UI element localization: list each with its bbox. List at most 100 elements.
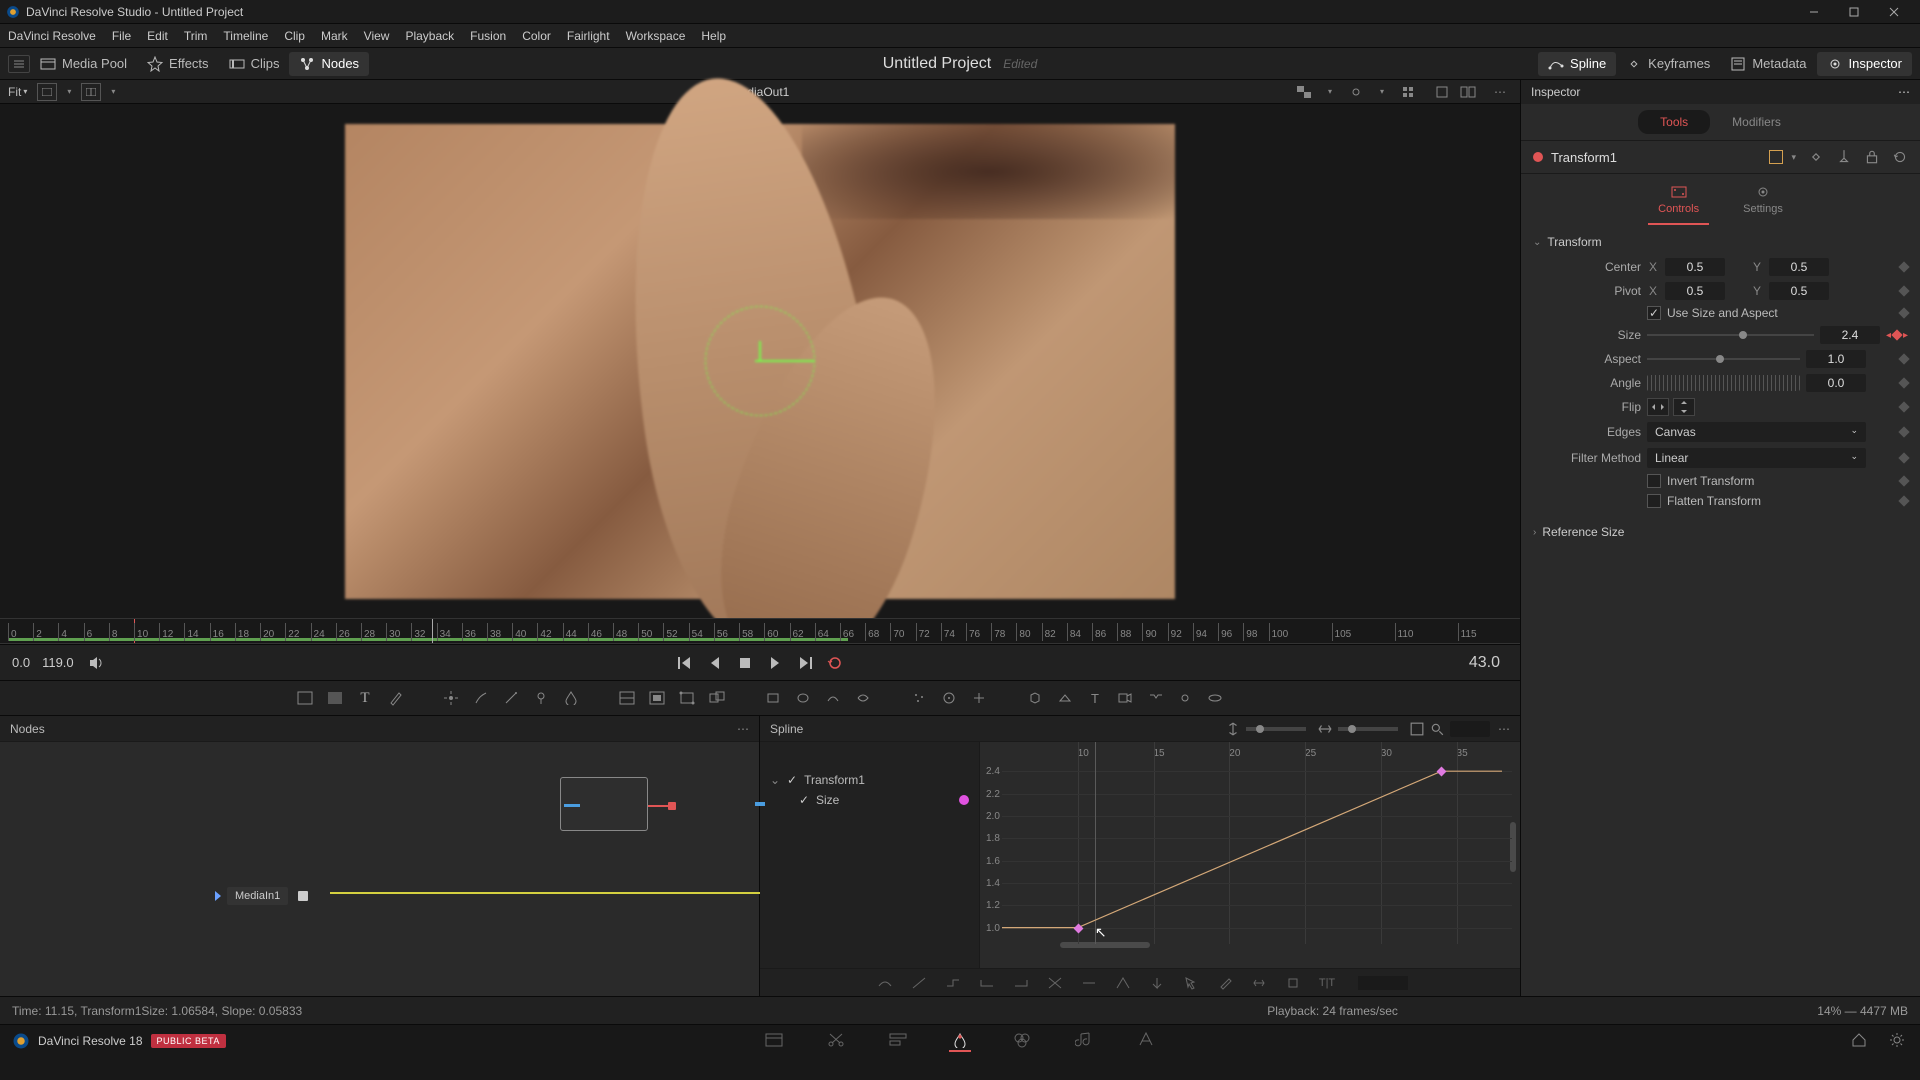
- pin-icon[interactable]: [1836, 149, 1852, 165]
- viewer-layout2-dropdown-icon[interactable]: ▾: [101, 83, 125, 101]
- viewer-option-dropdown[interactable]: ▾: [1318, 83, 1342, 101]
- spline-stepout-icon[interactable]: [1008, 970, 1034, 996]
- inspector-button[interactable]: Inspector: [1817, 52, 1912, 76]
- in-timecode[interactable]: 0.0: [12, 655, 30, 670]
- center-x-field[interactable]: 0.5: [1665, 258, 1725, 276]
- prender-tool-icon[interactable]: [936, 685, 962, 711]
- tab-tools[interactable]: Tools: [1638, 110, 1710, 134]
- colorcorrector-tool-icon[interactable]: [614, 685, 640, 711]
- menu-item[interactable]: Fusion: [470, 29, 506, 43]
- center-y-field[interactable]: 0.5: [1769, 258, 1829, 276]
- fusion-page-icon[interactable]: [949, 1030, 971, 1052]
- blur-tool-icon[interactable]: [558, 685, 584, 711]
- viewer-area[interactable]: [0, 104, 1520, 618]
- size-field[interactable]: 2.4: [1820, 326, 1880, 344]
- spline-fit-icon[interactable]: [1410, 722, 1424, 736]
- section-refsize-header[interactable]: ›Reference Size: [1533, 519, 1908, 545]
- node-output-port[interactable]: [298, 891, 308, 901]
- keyframe-toggle[interactable]: [1898, 307, 1909, 318]
- reset-icon[interactable]: [1892, 149, 1908, 165]
- spline-more-icon[interactable]: ⋯: [1498, 722, 1510, 736]
- spline-button[interactable]: Spline: [1538, 52, 1616, 76]
- flip-v-button[interactable]: [1673, 398, 1695, 416]
- last-frame-button[interactable]: [794, 652, 816, 674]
- renderer3d-tool-icon[interactable]: [1202, 685, 1228, 711]
- keyframe-toggle[interactable]: [1898, 475, 1909, 486]
- tree-node-transform[interactable]: ⌄ ✓ Transform1: [770, 770, 969, 790]
- keyframe-toggle[interactable]: [1898, 285, 1909, 296]
- ellipse-mask-icon[interactable]: [790, 685, 816, 711]
- bspline-mask-icon[interactable]: [850, 685, 876, 711]
- color-page-icon[interactable]: [1011, 1030, 1033, 1052]
- spline-time-icon[interactable]: T|T: [1314, 970, 1340, 996]
- menu-item[interactable]: File: [112, 29, 131, 43]
- inspector-more-icon[interactable]: ⋯: [1898, 85, 1910, 99]
- keyframe-toggle[interactable]: [1898, 401, 1909, 412]
- spline-value-field[interactable]: [1358, 976, 1408, 990]
- viewer-layout2-icon[interactable]: [81, 83, 101, 101]
- camera3d-tool-icon[interactable]: [1112, 685, 1138, 711]
- viewer-grid-icon[interactable]: [1396, 83, 1420, 101]
- minimize-button[interactable]: [1794, 1, 1834, 23]
- pivot-x-field[interactable]: 0.5: [1665, 282, 1725, 300]
- filter-dropdown[interactable]: Linear⌄: [1647, 448, 1866, 468]
- usesize-checkbox[interactable]: ✓: [1647, 306, 1661, 320]
- toolbar-menu-icon[interactable]: [8, 55, 30, 73]
- menu-item[interactable]: DaVinci Resolve: [8, 29, 96, 43]
- merge3d-tool-icon[interactable]: [1142, 685, 1168, 711]
- spline-vzoom-icon[interactable]: [1226, 722, 1240, 736]
- keyframe-nav-icon[interactable]: [1808, 149, 1824, 165]
- current-timecode[interactable]: 43.0: [1469, 654, 1500, 672]
- tab-modifiers[interactable]: Modifiers: [1710, 110, 1803, 134]
- spline-flatten-icon[interactable]: [1076, 970, 1102, 996]
- viewer-option2-dropdown[interactable]: ▾: [1370, 83, 1394, 101]
- tracker-tool-icon[interactable]: [438, 685, 464, 711]
- flatten-checkbox[interactable]: [1647, 494, 1661, 508]
- spline-invert-icon[interactable]: [1144, 970, 1170, 996]
- effects-button[interactable]: Effects: [137, 52, 219, 76]
- home-icon[interactable]: [1848, 1030, 1870, 1052]
- checkbox-icon[interactable]: ✓: [798, 794, 810, 806]
- menu-item[interactable]: Clip: [284, 29, 305, 43]
- brush-tool-icon[interactable]: [468, 685, 494, 711]
- nodes-canvas[interactable]: MediaIn1: [0, 742, 759, 996]
- menu-item[interactable]: Fairlight: [567, 29, 610, 43]
- spline-linear-icon[interactable]: [906, 970, 932, 996]
- flip-h-button[interactable]: [1647, 398, 1669, 416]
- invert-checkbox[interactable]: [1647, 474, 1661, 488]
- size-slider[interactable]: [1647, 328, 1814, 342]
- spline-hflip-icon[interactable]: [1246, 970, 1272, 996]
- fairlight-page-icon[interactable]: [1073, 1030, 1095, 1052]
- polygon-mask-icon[interactable]: [820, 685, 846, 711]
- light3d-tool-icon[interactable]: [1172, 685, 1198, 711]
- nodes-button[interactable]: Nodes: [289, 52, 369, 76]
- spline-smooth-icon[interactable]: [872, 970, 898, 996]
- pivot-y-field[interactable]: 0.5: [1769, 282, 1829, 300]
- menu-item[interactable]: Timeline: [223, 29, 268, 43]
- text3d-tool-icon[interactable]: T: [1082, 685, 1108, 711]
- checkbox-icon[interactable]: ✓: [786, 774, 798, 786]
- node-output-port[interactable]: [668, 802, 676, 810]
- deliver-page-icon[interactable]: [1135, 1030, 1157, 1052]
- viewer-single-icon[interactable]: [1430, 83, 1454, 101]
- inspector-node-name[interactable]: Transform1: [1551, 150, 1761, 165]
- loop-button[interactable]: [824, 652, 846, 674]
- spline-zoom-icon[interactable]: [1430, 722, 1444, 736]
- keyframe-toggle[interactable]: [1898, 426, 1909, 437]
- spline-vzoom-slider[interactable]: [1246, 727, 1306, 731]
- text-tool-icon[interactable]: T: [352, 685, 378, 711]
- expand-icon[interactable]: ›: [1533, 527, 1536, 538]
- cut-page-icon[interactable]: [825, 1030, 847, 1052]
- out-timecode[interactable]: 119.0: [42, 655, 74, 670]
- merge-tool-icon[interactable]: [704, 685, 730, 711]
- menu-item[interactable]: Color: [522, 29, 551, 43]
- play-reverse-button[interactable]: [704, 652, 726, 674]
- aspect-field[interactable]: 1.0: [1806, 350, 1866, 368]
- imageplane3d-tool-icon[interactable]: [1052, 685, 1078, 711]
- keyframe-toggle[interactable]: [1898, 452, 1909, 463]
- audio-icon[interactable]: [86, 652, 108, 674]
- size-keyframe-nav[interactable]: ◂▸: [1886, 330, 1908, 341]
- keyframe-toggle[interactable]: [1898, 495, 1909, 506]
- zoom-fit-dropdown[interactable]: Fit▾: [8, 85, 27, 99]
- settings-icon[interactable]: [1886, 1030, 1908, 1052]
